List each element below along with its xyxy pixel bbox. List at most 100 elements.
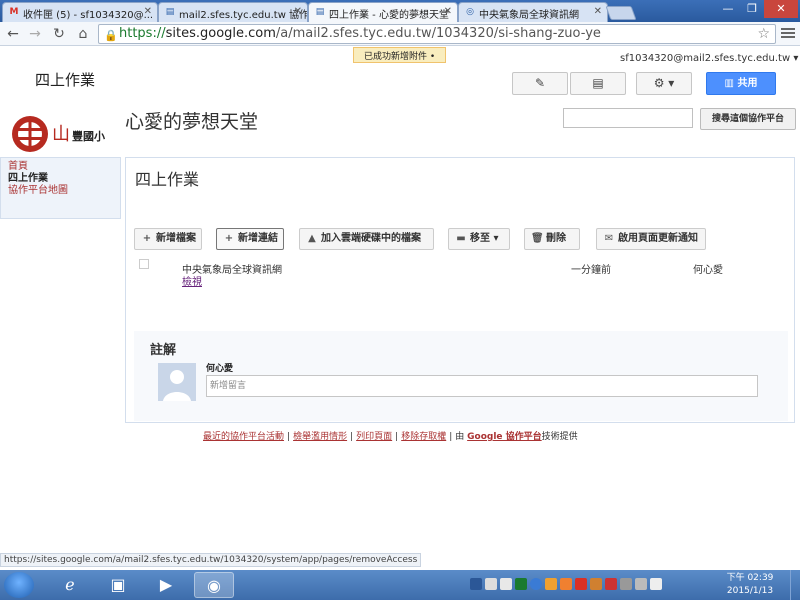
footer-by: 由 — [455, 432, 465, 442]
close-window-icon[interactable]: ✕ — [764, 0, 798, 18]
bookmark-star-icon[interactable]: ☆ — [757, 25, 770, 43]
explorer-icon[interactable]: ▣ — [98, 572, 138, 598]
show-desktop-button[interactable] — [790, 570, 800, 600]
chrome-menu-icon[interactable] — [781, 26, 795, 42]
restore-icon[interactable]: ❐ — [740, 0, 764, 18]
remove-access-link[interactable]: 移除存取權 — [401, 432, 446, 442]
weather-icon: ◎ — [466, 7, 474, 17]
sidebar-item-current[interactable]: 四上作業 — [8, 173, 113, 185]
site-search-input[interactable] — [563, 108, 693, 128]
site-search-button[interactable]: 搜尋這個協作平台 — [700, 108, 796, 130]
tray-network-icon[interactable] — [515, 578, 527, 590]
logo-text: 豐國小 — [72, 130, 105, 143]
user-email[interactable]: sf1034320@mail2.sfes.tyc.edu.tw ▾ — [620, 53, 798, 64]
add-link-label: 新增連結 — [238, 233, 278, 244]
edit-page-button[interactable]: ✎ — [512, 72, 568, 95]
new-tab-button[interactable] — [605, 6, 637, 20]
delete-button[interactable]: 🗑 刪除 — [524, 228, 580, 250]
close-icon[interactable]: ✕ — [594, 6, 602, 17]
comments-title: 註解 — [150, 343, 177, 358]
tray-a-icon[interactable] — [470, 578, 482, 590]
windows-taskbar: ℯ ▣ ▶ ◉ 下午 02:39 2015/1/13 — [0, 570, 800, 600]
google-sites-link[interactable]: Google 協作平台 — [467, 432, 542, 442]
site-title[interactable]: 心愛的夢想天堂 — [125, 107, 258, 134]
sidebar-item-sitemap[interactable]: 協作平台地圖 — [8, 185, 113, 197]
tray-pdf-icon[interactable] — [575, 578, 587, 590]
tray-shield-icon[interactable] — [605, 578, 617, 590]
sidebar-nav: 首頁 四上作業 協作平台地圖 — [0, 157, 121, 219]
share-button[interactable]: ▥ 共用 — [706, 72, 776, 95]
forward-icon[interactable]: → — [26, 25, 44, 43]
page-title: 四上作業 — [135, 170, 200, 189]
share-label: 共用 — [737, 78, 758, 89]
recent-activity-link[interactable]: 最近的協作平台活動 — [203, 432, 284, 442]
tray-window-icon[interactable] — [500, 578, 512, 590]
url-host: sites.google.com — [165, 26, 276, 41]
chrome-icon[interactable]: ◉ — [194, 572, 234, 598]
close-icon[interactable]: ✕ — [294, 6, 302, 17]
close-icon[interactable]: ✕ — [144, 6, 152, 17]
reload-icon[interactable]: ↻ — [50, 25, 68, 43]
drive-icon: ▲ — [308, 233, 316, 244]
tray-help-icon[interactable] — [530, 578, 542, 590]
new-page-button[interactable]: ▤ — [570, 72, 626, 95]
add-file-button[interactable]: + 新增檔案 — [134, 228, 202, 250]
sidebar-item-home[interactable]: 首頁 — [8, 161, 113, 173]
tray-app3-icon[interactable] — [590, 578, 602, 590]
sites-icon: ▤ — [165, 7, 175, 17]
media-player-icon[interactable]: ▶ — [146, 572, 186, 598]
view-link[interactable]: 檢視 — [182, 273, 202, 288]
tab-gmail[interactable]: M 收件匣 (5) - sf1034320@... ✕ — [2, 2, 158, 22]
table-row: 中央氣象局全球資訊網 檢視 一分鐘前 何心愛 — [136, 256, 786, 288]
clock-date: 2015/1/13 — [726, 586, 774, 596]
print-page-link[interactable]: 列印頁面 — [356, 432, 392, 442]
add-drive-file-button[interactable]: ▲ 加入雲端硬碟中的檔案 — [299, 228, 434, 250]
main-panel: 四上作業 + 新增檔案 + 新增連結 ▲ 加入雲端硬碟中的檔案 ▬ 移至 ▾ 🗑 刪除 ✉… — [125, 157, 795, 423]
tab-label: mail2.sfes.tyc.edu.tw 協作 — [179, 10, 308, 21]
tray-display-icon[interactable] — [635, 578, 647, 590]
start-button[interactable] — [4, 572, 34, 598]
comments-section: 註解 何心愛 新增留言 — [134, 331, 788, 421]
tab-current-page[interactable]: ▤ 四上作業 - 心愛的夢想天堂 ✕ — [308, 2, 458, 22]
browser-tab-strip: M 收件匣 (5) - sf1034320@... ✕ ▤ mail2.sfes… — [0, 0, 800, 22]
logo-char: 山 — [52, 124, 70, 145]
tray-app2-icon[interactable] — [560, 578, 572, 590]
comment-input[interactable]: 新增留言 — [206, 375, 758, 397]
minimize-icon[interactable]: — — [716, 0, 740, 18]
close-icon[interactable]: ✕ — [444, 6, 452, 17]
add-drive-label: 加入雲端硬碟中的檔案 — [321, 233, 421, 244]
add-link-button[interactable]: + 新增連結 — [216, 228, 284, 250]
site-footer: 最近的協作平台活動 | 檢舉濫用情形 | 列印頁面 | 移除存取權 | 由 Google 協作平… — [203, 432, 578, 442]
settings-button[interactable]: ⚙ ▾ — [636, 72, 692, 95]
volume-icon[interactable] — [650, 578, 662, 590]
tab-label: 收件匣 (5) - sf1034320@... — [23, 10, 154, 21]
school-logo[interactable]: 山 豐國小 — [10, 114, 120, 154]
tab-weather[interactable]: ◎ 中央氣象局全球資訊網 ✕ — [458, 2, 608, 22]
back-icon[interactable]: ← — [4, 25, 22, 43]
report-abuse-link[interactable]: 檢舉濫用情形 — [293, 432, 347, 442]
plus-icon: + — [142, 233, 152, 244]
user-avatar-icon — [158, 363, 196, 401]
ie-icon[interactable]: ℯ — [50, 572, 90, 598]
move-to-button[interactable]: ▬ 移至 ▾ — [448, 228, 510, 250]
tab-label: 四上作業 - 心愛的夢想天堂 — [329, 10, 449, 21]
home-icon[interactable]: ⌂ — [74, 25, 92, 43]
tab-label: 中央氣象局全球資訊網 — [479, 10, 579, 21]
tray-flag-icon[interactable] — [620, 578, 632, 590]
tray-update-icon[interactable] — [545, 578, 557, 590]
add-file-label: 新增檔案 — [156, 233, 196, 244]
row-checkbox[interactable] — [139, 259, 149, 269]
delete-label: 刪除 — [546, 233, 566, 244]
taskbar-clock[interactable]: 下午 02:39 2015/1/13 — [720, 572, 780, 598]
address-bar[interactable]: 🔒 https://sites.google.com/a/mail2.sfes.t… — [98, 24, 776, 44]
notify-button[interactable]: ✉ 啟用頁面更新通知 — [596, 228, 706, 250]
comment-user: 何心愛 — [206, 364, 234, 374]
mail-icon: ✉ — [604, 233, 614, 244]
avatar — [158, 363, 196, 401]
plus-icon: + — [224, 233, 234, 244]
notify-label: 啟用頁面更新通知 — [618, 233, 698, 244]
status-bar-url: https://sites.google.com/a/mail2.sfes.ty… — [0, 553, 422, 567]
tab-sites-admin[interactable]: ▤ mail2.sfes.tyc.edu.tw 協作 ✕ — [158, 2, 308, 22]
tray-app-icon[interactable] — [485, 578, 497, 590]
footer-tail: 技術提供 — [541, 432, 578, 442]
